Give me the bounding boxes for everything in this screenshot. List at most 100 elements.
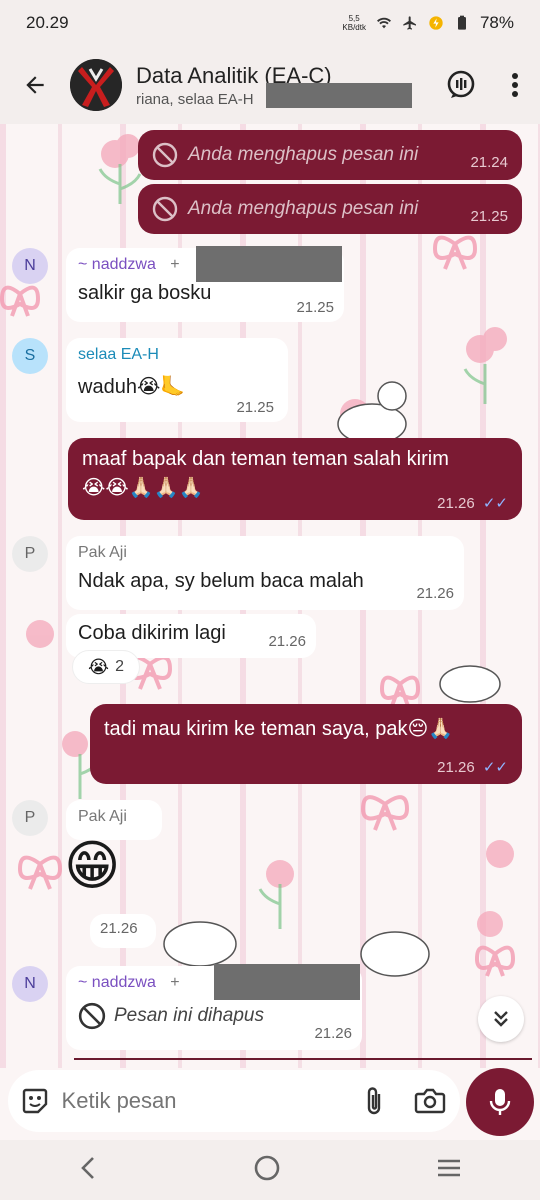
chat-members-text: riana, selaa EA-H <box>136 90 254 108</box>
avatar[interactable]: N <box>12 248 48 284</box>
message-text: waduh😭🦶 <box>78 374 276 399</box>
message-time-value: 21.26 <box>437 495 475 512</box>
camera-icon <box>414 1088 446 1114</box>
message-time: 21.24 <box>470 153 508 171</box>
message-incoming[interactable]: selaa EA-H waduh😭🦶 21.25 <box>66 338 288 422</box>
more-vertical-icon <box>512 73 518 97</box>
microphone-icon <box>489 1089 511 1115</box>
message-text: Coba dikirim lagi <box>78 622 226 644</box>
avatar[interactable]: P <box>12 536 48 572</box>
message-time: 21.26 <box>416 585 454 602</box>
message-outgoing-deleted[interactable]: Anda menghapus pesan ini 21.24 <box>138 130 522 180</box>
group-logo-icon <box>70 59 122 111</box>
sticker-icon <box>22 1088 47 1114</box>
message-outgoing-deleted[interactable]: Anda menghapus pesan ini 21.25 <box>138 184 522 234</box>
camera-button[interactable] <box>400 1087 460 1115</box>
deleted-text: Pesan ini dihapus <box>114 1005 264 1026</box>
read-receipt-icon: ✓✓ <box>482 759 508 776</box>
message-time: 21.25 <box>470 207 508 225</box>
message-time: 21.26 <box>268 633 306 650</box>
message-text-content: waduh <box>78 376 137 398</box>
speed-value: 5,5 <box>348 14 360 23</box>
deleted-message: Pesan ini dihapus <box>78 1002 350 1030</box>
pensive-emoji: 😔🙏🏻 <box>407 716 454 740</box>
ai-chat-button[interactable] <box>432 46 490 124</box>
message-time: 21.25 <box>296 299 334 316</box>
message-time: 21.26 <box>100 920 138 937</box>
deleted-message: Anda menghapus pesan ini <box>152 196 418 222</box>
status-bar: 20.29 5,5 KB/dtk 78% <box>0 0 540 46</box>
sender-name: Pak Aji <box>78 808 127 825</box>
wifi-icon <box>376 17 391 29</box>
more-options-button[interactable] <box>490 46 540 124</box>
sender-name: selaa EA-H <box>78 346 159 363</box>
message-text: maaf bapak dan teman teman salah kirim <box>82 448 449 470</box>
deleted-icon <box>78 1002 106 1030</box>
scroll-to-bottom-button[interactable] <box>478 996 524 1042</box>
airplane-mode-icon <box>403 16 416 30</box>
crying-emoji: 😭 <box>88 656 110 678</box>
group-avatar[interactable] <box>70 59 122 111</box>
reaction-count: 2 <box>115 658 124 675</box>
attach-button[interactable] <box>350 1086 400 1116</box>
avatar[interactable]: P <box>12 800 48 836</box>
message-time: 21.26 ✓✓ <box>437 494 508 512</box>
sender-name: Pak Aji <box>78 544 127 561</box>
chat-bubble-icon <box>447 70 475 98</box>
speed-unit: KB/dtk <box>342 23 366 32</box>
message-text: salkir ga bosku <box>78 282 212 304</box>
nav-recents-button[interactable] <box>435 1156 463 1185</box>
message-time-chip: 21.26 <box>90 914 156 948</box>
message-time: 21.25 <box>236 399 274 416</box>
chat-title-block[interactable]: Data Analitik (EA-C) riana, selaa EA-H <box>136 63 432 108</box>
menu-lines-icon <box>438 1159 460 1176</box>
message-outgoing[interactable]: maaf bapak dan teman teman salah kirim 😭… <box>68 438 522 520</box>
message-incoming-deleted[interactable]: ~ naddzwa + Pesan ini dihapus 21.26 <box>66 964 362 1050</box>
sender-name: ~ naddzwa + <box>78 246 342 282</box>
redaction-box <box>196 246 342 282</box>
battery-icon <box>457 15 466 30</box>
voice-message-button[interactable] <box>466 1068 534 1136</box>
message-time: 21.26 <box>314 1025 352 1042</box>
message-text-content: tadi mau kirim ke teman saya, pak <box>104 718 408 740</box>
sender-phone: + <box>170 974 180 991</box>
home-circle-icon <box>254 1155 280 1180</box>
message-input[interactable] <box>61 1088 350 1114</box>
system-navigation-bar <box>0 1140 540 1200</box>
sender-phone: + <box>170 256 180 273</box>
deleted-icon <box>152 196 178 222</box>
arrow-left-icon <box>26 76 44 94</box>
chevron-left-icon <box>81 1156 94 1179</box>
message-outgoing[interactable]: tadi mau kirim ke teman saya, pak😔🙏🏻 21.… <box>90 704 522 784</box>
divider <box>74 1058 532 1060</box>
deleted-icon <box>152 142 178 168</box>
emoji-button[interactable] <box>8 1086 62 1116</box>
redaction-box <box>214 964 360 1000</box>
battery-saver-icon <box>429 16 443 30</box>
avatar[interactable]: N <box>12 966 48 1002</box>
large-emoji-message[interactable]: 😁 <box>64 836 120 896</box>
status-icons: 5,5 KB/dtk 78% <box>342 13 514 33</box>
message-input-box[interactable] <box>8 1070 460 1132</box>
read-receipt-icon: ✓✓ <box>482 495 508 512</box>
message-incoming[interactable]: ~ naddzwa + salkir ga bosku 21.25 <box>66 246 344 322</box>
nav-home-button[interactable] <box>253 1154 281 1187</box>
back-button[interactable] <box>0 46 70 124</box>
double-chevron-down-icon <box>494 1011 508 1027</box>
deleted-text: Anda menghapus pesan ini <box>188 144 419 165</box>
redaction-box <box>266 82 412 108</box>
composer-bar <box>0 1068 540 1140</box>
reaction-chip[interactable]: 😭 2 <box>72 650 140 684</box>
chat-header: Data Analitik (EA-C) riana, selaa EA-H <box>0 46 540 124</box>
deleted-text: Anda menghapus pesan ini <box>188 198 419 219</box>
chat-area[interactable]: Anda menghapus pesan ini 21.24 Anda meng… <box>0 124 540 1068</box>
avatar[interactable]: S <box>12 338 48 374</box>
message-time: 21.26 ✓✓ <box>437 758 508 776</box>
paperclip-icon <box>367 1087 380 1115</box>
status-time: 20.29 <box>26 13 69 32</box>
sender-name: ~ naddzwa + <box>78 964 360 1000</box>
battery-percent: 78% <box>479 13 514 32</box>
nav-back-button[interactable] <box>77 1155 99 1186</box>
message-time-value: 21.26 <box>437 759 475 776</box>
message-incoming[interactable]: Pak Aji Ndak apa, sy belum baca malah 21… <box>66 536 464 610</box>
